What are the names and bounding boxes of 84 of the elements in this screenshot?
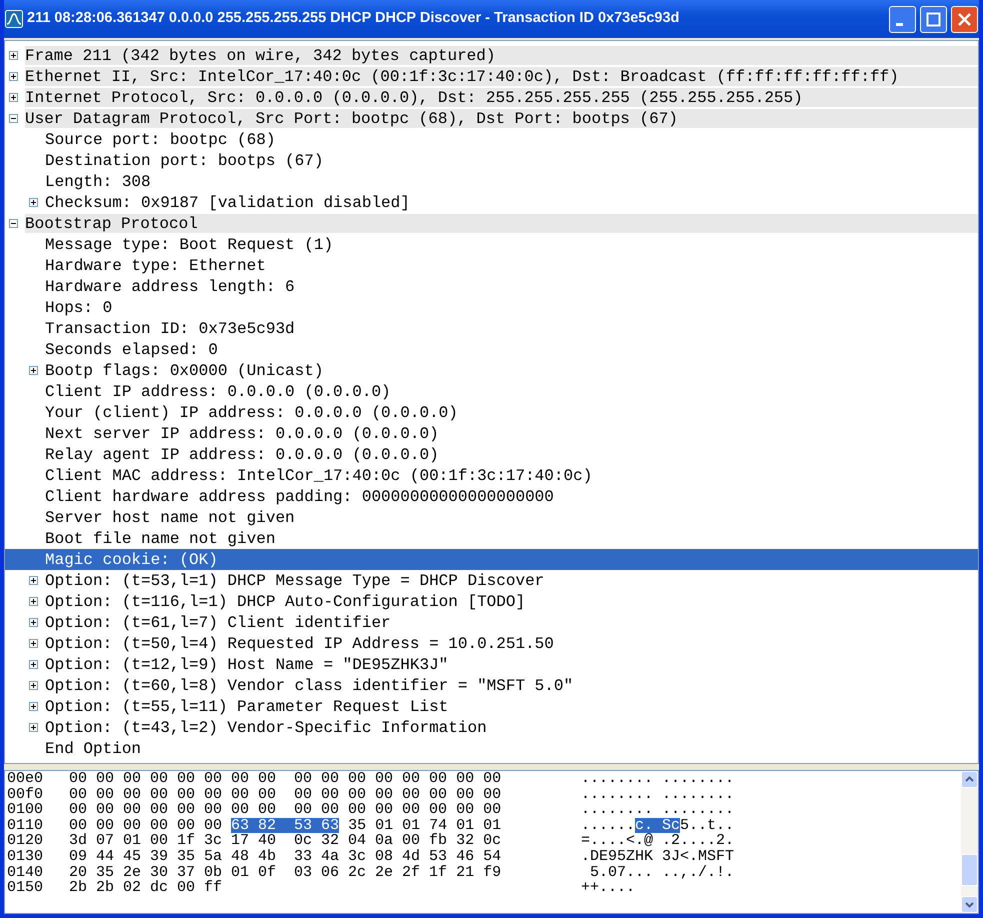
expand-icon[interactable] <box>9 51 18 60</box>
expand-icon[interactable] <box>29 198 38 207</box>
hex-offset: 00f0 <box>7 786 44 802</box>
tree-item[interactable]: Server host name not given <box>5 507 978 528</box>
expand-icon[interactable] <box>29 702 38 711</box>
collapse-icon[interactable] <box>9 219 18 228</box>
expand-icon[interactable] <box>9 93 18 102</box>
hex-bytes: 00 00 00 00 00 00 <box>69 818 224 834</box>
tree-item[interactable]: Client hardware address padding: 00000000000000000000 <box>5 486 978 507</box>
tree-item[interactable]: Option: (t=55,l=11) Parameter Request List <box>5 696 978 717</box>
hex-offset: 00e0 <box>7 771 44 787</box>
hex-offset: 0110 <box>7 818 44 834</box>
tree-item[interactable]: Checksum: 0x9187 [validation disabled] <box>5 192 978 213</box>
hex-offset: 0100 <box>7 802 44 818</box>
hex-bytes: 09 44 45 39 35 5a 48 4b 33 4a 3c 08 4d 53 46 54 <box>69 848 502 865</box>
tree-item[interactable]: Hardware address length: 6 <box>5 276 978 297</box>
tree-item[interactable]: Message type: Boot Request (1) <box>5 234 978 255</box>
tree-item[interactable]: Option: (t=43,l=2) Vendor-Specific Information <box>5 717 978 738</box>
scroll-thumb[interactable] <box>961 854 978 886</box>
tree-item[interactable]: Length: 308 <box>5 171 978 192</box>
hex-offset: 0130 <box>7 848 44 865</box>
close-icon <box>957 12 972 26</box>
tree-item[interactable]: Option: (t=61,l=7) Client identifier <box>5 612 978 633</box>
expand-icon[interactable] <box>29 723 38 732</box>
expand-icon[interactable] <box>29 366 38 375</box>
ascii-text: ++.... <box>581 880 636 896</box>
scroll-up-icon[interactable] <box>961 771 978 788</box>
hex-bytes: 00 00 00 00 00 00 00 00 00 00 00 00 00 00 00 00 <box>69 786 502 802</box>
ascii-text: c. Sc <box>635 818 680 834</box>
collapse-icon[interactable] <box>9 114 18 123</box>
tree-item[interactable]: Client MAC address: IntelCor_17:40:0c (00:1f:3c:17:40:0c) <box>5 465 978 486</box>
hex-bytes: 3d 07 01 00 1f 3c 17 40 0c 32 04 0a 00 fb 32 0c <box>69 833 502 849</box>
tree-item[interactable]: End Option <box>5 738 978 759</box>
vertical-scrollbar[interactable] <box>961 771 978 913</box>
ascii-text: .DE95ZHK 3J<.MSFT <box>581 848 734 865</box>
tree-item[interactable]: Seconds elapsed: 0 <box>5 339 978 360</box>
expand-icon[interactable] <box>29 639 38 648</box>
hex-bytes: 63 82 53 63 <box>231 818 340 834</box>
close-button[interactable] <box>951 6 978 32</box>
hex-bytes: 35 01 01 74 01 01 <box>347 818 502 834</box>
expand-icon[interactable] <box>29 681 38 690</box>
ascii-text: ........ ........ <box>581 771 734 787</box>
window-title: 211 08:28:06.361347 0.0.0.0 255.255.255.255 DHCP DHCP Discover - Transaction ID 0x73e5c93d <box>27 9 680 28</box>
tree-item[interactable]: Transaction ID: 0x73e5c93d <box>5 318 978 339</box>
tree-item[interactable]: Source port: bootpc (68) <box>5 129 978 150</box>
tree-item[interactable]: Hardware type: Ethernet <box>5 255 978 276</box>
tree-item[interactable]: Option: (t=12,l=9) Host Name = "DE95ZHK3J" <box>5 654 978 675</box>
tree-item[interactable]: Hops: 0 <box>5 297 978 318</box>
hex-bytes: 00 00 00 00 00 00 00 00 00 00 00 00 00 00 00 00 <box>69 802 502 818</box>
tree-item[interactable]: Boot file name not given <box>5 528 978 549</box>
hex-bytes: 2b 2b 02 dc 00 ff <box>69 880 222 896</box>
tree-item[interactable]: Option: (t=60,l=8) Vendor class identifier = "MSFT 5.0" <box>5 675 978 696</box>
ascii-text: 5.07... ..,./.!. <box>589 864 734 880</box>
expand-icon[interactable] <box>29 597 38 606</box>
tree-item[interactable]: Your (client) IP address: 0.0.0.0 (0.0.0.0) <box>5 402 978 423</box>
tree-item[interactable]: Option: (t=50,l=4) Requested IP Address = 10.0.251.50 <box>5 633 978 654</box>
scroll-down-icon[interactable] <box>961 896 978 913</box>
tree-item[interactable]: Next server IP address: 0.0.0.0 (0.0.0.0) <box>5 423 978 444</box>
ascii-text: 5..t.. <box>680 818 734 834</box>
tree-item[interactable]: Relay agent IP address: 0.0.0.0 (0.0.0.0) <box>5 444 978 465</box>
ascii-text: =....<.@ .2....2. <box>581 833 734 849</box>
expand-icon[interactable] <box>9 72 18 81</box>
hex-offset: 0140 <box>7 864 44 880</box>
expand-icon[interactable] <box>29 660 38 669</box>
hex-bytes: 00 00 00 00 00 00 00 00 00 00 00 00 00 00 00 00 <box>69 771 502 787</box>
tree-item[interactable]: Option: (t=116,l=1) DHCP Auto-Configuration [TODO] <box>5 591 978 612</box>
tree-item[interactable]: Client IP address: 0.0.0.0 (0.0.0.0) <box>5 381 978 402</box>
ascii-text: ........ ........ <box>581 786 734 802</box>
hex-bytes: 20 35 2e 30 37 0b 01 0f 03 06 2c 2e 2f 1f 21 f9 <box>69 864 502 880</box>
maximize-icon <box>926 12 941 26</box>
tree-item[interactable]: Magic cookie: (OK) <box>5 549 978 570</box>
ascii-text: ........ ........ <box>581 802 734 818</box>
tree-item[interactable]: Option: (t=53,l=1) DHCP Message Type = DHCP Discover <box>5 570 978 591</box>
tree-item[interactable]: Destination port: bootps (67) <box>5 150 978 171</box>
app-icon <box>5 10 23 28</box>
minimize-icon <box>896 22 903 26</box>
minimize-button[interactable] <box>889 6 916 32</box>
tree-item[interactable]: Bootp flags: 0x0000 (Unicast) <box>5 360 978 381</box>
hex-offset: 0120 <box>7 833 44 849</box>
maximize-button[interactable] <box>920 6 947 32</box>
ascii-text: ...... <box>581 818 636 834</box>
expand-icon[interactable] <box>29 618 38 627</box>
hex-offset: 0150 <box>7 880 44 896</box>
expand-icon[interactable] <box>29 576 38 585</box>
